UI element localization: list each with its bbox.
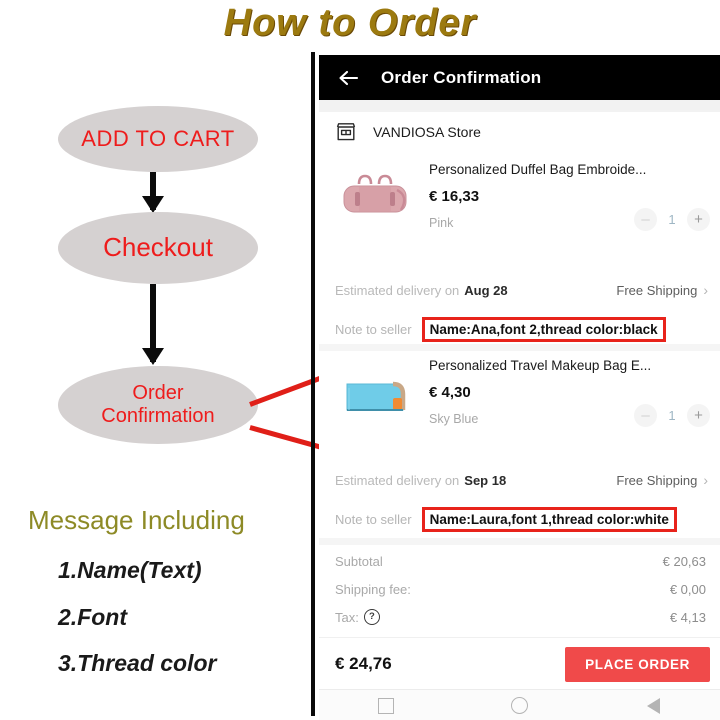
- quantity-stepper[interactable]: – 1 +: [634, 404, 710, 427]
- delivery-row: Estimated delivery on Aug 28 Free Shippi…: [319, 274, 720, 306]
- phone-screenshot: Order Confirmation VANDIOSA Store Person…: [319, 52, 720, 720]
- note-to-seller-row[interactable]: Note to seller Name:Ana,font 2,thread co…: [319, 312, 720, 346]
- flow-arrowhead-2: [142, 348, 164, 365]
- shipping-label: Free Shipping: [616, 472, 698, 488]
- note-to-seller-label: Note to seller: [335, 511, 412, 527]
- total-row-subtotal: Subtotal € 20,63: [319, 547, 720, 575]
- total-row-tax: Tax: ? € 4,13: [319, 603, 720, 631]
- page-title: How to Order: [223, 2, 477, 44]
- product-price: € 16,33: [429, 188, 480, 205]
- product-title: Personalized Duffel Bag Embroide...: [429, 162, 647, 177]
- flow-arrowhead-1: [142, 196, 164, 213]
- store-row[interactable]: VANDIOSA Store: [319, 112, 720, 152]
- triangle-back-icon[interactable]: [645, 697, 662, 714]
- shipping-label: Free Shipping: [616, 282, 698, 298]
- chevron-right-icon: ›: [703, 472, 708, 488]
- order-item-row[interactable]: Personalized Duffel Bag Embroide... € 16…: [319, 156, 720, 248]
- grand-total-value: € 24,76: [335, 654, 392, 673]
- subtotal-value: € 20,63: [662, 553, 706, 569]
- app-bar: Order Confirmation: [319, 55, 720, 100]
- storefront-icon: [335, 122, 357, 142]
- infographic-canvas: How to Order ADD TO CART Checkout Order …: [0, 0, 720, 720]
- product-variant: Sky Blue: [429, 412, 479, 426]
- quantity-increase-button[interactable]: +: [687, 208, 710, 231]
- quantity-decrease-button[interactable]: –: [634, 208, 657, 231]
- product-image-duffel-bag: [335, 162, 415, 234]
- delivery-date: Sep 18: [464, 472, 507, 488]
- tax-value: € 4,13: [669, 609, 706, 625]
- quantity-decrease-button[interactable]: –: [634, 404, 657, 427]
- product-title: Personalized Travel Makeup Bag E...: [429, 358, 652, 373]
- note-to-seller-label: Note to seller: [335, 321, 412, 337]
- product-variant: Pink: [429, 216, 454, 230]
- product-image-makeup-bag: [335, 358, 415, 430]
- place-order-button[interactable]: PLACE ORDER: [565, 646, 710, 682]
- flow-step-add-to-cart: ADD TO CART: [58, 106, 258, 172]
- flow-step-order-confirmation: Order Confirmation: [58, 366, 258, 444]
- quantity-value: 1: [668, 212, 676, 227]
- delivery-date: Aug 28: [464, 282, 508, 298]
- order-item-row[interactable]: Personalized Travel Makeup Bag E... € 4,…: [319, 352, 720, 444]
- flow-step-label: Order Confirmation: [101, 382, 215, 427]
- android-navigation-bar: [319, 689, 720, 720]
- tax-label: Tax: ?: [335, 609, 380, 625]
- delivery-label: Estimated delivery on: [335, 282, 460, 298]
- note-to-seller-value[interactable]: Name:Laura,font 1,thread color:white: [421, 506, 677, 532]
- square-icon[interactable]: [377, 697, 394, 714]
- circle-icon[interactable]: [510, 697, 528, 714]
- subtotal-label: Subtotal: [335, 553, 383, 569]
- message-including-heading: Message Including: [28, 505, 245, 535]
- message-item-name: 1.Name(Text): [58, 557, 202, 583]
- back-arrow-icon[interactable]: [337, 67, 359, 89]
- app-bar-spacer: [319, 100, 720, 112]
- phone-bezel: [311, 52, 315, 716]
- shipping-fee-value: € 0,00: [669, 581, 706, 597]
- flow-step-checkout: Checkout: [58, 212, 258, 284]
- message-item-thread-color: 3.Thread color: [58, 650, 217, 676]
- flow-step-label: ADD TO CART: [81, 126, 235, 152]
- section-divider: [319, 538, 720, 545]
- store-name: VANDIOSA Store: [373, 124, 481, 140]
- note-to-seller-row[interactable]: Note to seller Name:Laura,font 1,thread …: [319, 502, 720, 536]
- note-to-seller-value[interactable]: Name:Ana,font 2,thread color:black: [421, 316, 666, 342]
- app-bar-title: Order Confirmation: [381, 67, 542, 87]
- delivery-row: Estimated delivery on Sep 18 Free Shippi…: [319, 464, 720, 496]
- delivery-label: Estimated delivery on: [335, 472, 460, 488]
- shipping-option[interactable]: Free Shipping ›: [616, 472, 708, 488]
- message-item-font: 2.Font: [58, 604, 127, 630]
- help-question-icon[interactable]: ?: [363, 609, 380, 625]
- chevron-right-icon: ›: [703, 282, 708, 298]
- quantity-value: 1: [668, 408, 676, 423]
- quantity-stepper[interactable]: – 1 +: [634, 208, 710, 231]
- shipping-option[interactable]: Free Shipping ›: [616, 282, 708, 298]
- checkout-bottom-bar: € 24,76 PLACE ORDER: [319, 637, 720, 690]
- quantity-increase-button[interactable]: +: [687, 404, 710, 427]
- flow-step-label: Checkout: [103, 232, 213, 263]
- tax-label-text: Tax:: [335, 609, 359, 625]
- section-divider: [319, 344, 720, 351]
- total-row-shipping-fee: Shipping fee: € 0,00: [319, 575, 720, 603]
- order-totals: Subtotal € 20,63 Shipping fee: € 0,00 Ta…: [319, 547, 720, 631]
- shipping-fee-label: Shipping fee:: [335, 581, 411, 597]
- product-price: € 4,30: [429, 384, 471, 401]
